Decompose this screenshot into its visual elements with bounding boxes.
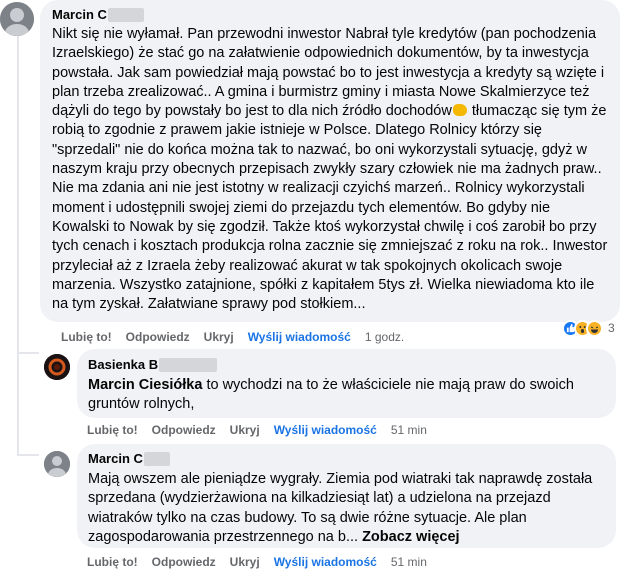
send-message-button[interactable]: Wyślij wiadomość [274,555,377,569]
reply-bubble: Basienka B Marcin Ciesiółka to wychodzi … [77,349,616,418]
mention-link[interactable]: Marcin Ciesiółka [88,377,202,393]
redacted-name [143,451,170,466]
reply-text: Marcin Ciesiółka to wychodzi na to że wł… [88,376,604,415]
thread-branch-line [17,352,39,354]
reply-actions: Lubię to! Odpowiedz Ukryj Wyślij wiadomo… [87,421,441,439]
avatar[interactable] [44,451,70,477]
comment-text-part: tłumacząc się tym że robią to zgodnie z … [52,103,608,313]
money-hand-emoji-icon [452,104,467,117]
thread-branch-line [17,454,39,456]
reply-bubble: Marcin C Mają owszem ale pieniądze wygra… [77,444,616,548]
reply-button[interactable]: Odpowiedz [126,330,190,344]
avatar[interactable] [44,354,70,380]
see-more-link[interactable]: Zobacz więcej [362,529,460,545]
reply-text-content: Mają owszem ale pieniądze wygrały. Ziemi… [88,471,593,545]
hide-button[interactable]: Ukryj [230,423,260,437]
haha-reaction-icon [586,319,603,337]
send-message-button[interactable]: Wyślij wiadomość [274,423,377,437]
reply-button[interactable]: Odpowiedz [152,423,216,437]
reactions-summary[interactable]: 3 [562,318,615,338]
comment-author[interactable]: Marcin C [52,7,107,22]
comment-text: Nikt się nie wyłamał. Pan przewodni inwe… [52,25,608,314]
timestamp[interactable]: 51 min [391,555,427,569]
reply-text: Mają owszem ale pieniądze wygrały. Ziemi… [88,470,604,547]
timestamp[interactable]: 1 godz. [365,330,404,344]
send-message-button[interactable]: Wyślij wiadomość [248,330,351,344]
reply-author[interactable]: Marcin C [88,451,143,466]
reply-actions: Lubię to! Odpowiedz Ukryj Wyślij wiadomo… [87,553,441,571]
user-avatar-icon [0,2,34,36]
reply-button[interactable]: Odpowiedz [152,555,216,569]
like-button[interactable]: Lubię to! [87,555,138,569]
timestamp[interactable]: 51 min [391,423,427,437]
redacted-name [159,357,218,372]
reply-author[interactable]: Basienka B [88,357,158,372]
like-button[interactable]: Lubię to! [61,330,112,344]
comment-actions: Lubię to! Odpowiedz Ukryj Wyślij wiadomo… [61,328,418,346]
reaction-count: 3 [608,321,615,335]
hide-button[interactable]: Ukryj [204,330,234,344]
like-button[interactable]: Lubię to! [87,423,138,437]
hide-button[interactable]: Ukryj [230,555,260,569]
comment-bubble: Marcin C Nikt się nie wyłamał. Pan przew… [40,0,620,322]
avatar[interactable] [0,2,34,36]
redacted-name [107,7,144,22]
thread-line [17,36,19,456]
user-avatar-icon [44,354,70,380]
user-avatar-icon [44,451,70,477]
